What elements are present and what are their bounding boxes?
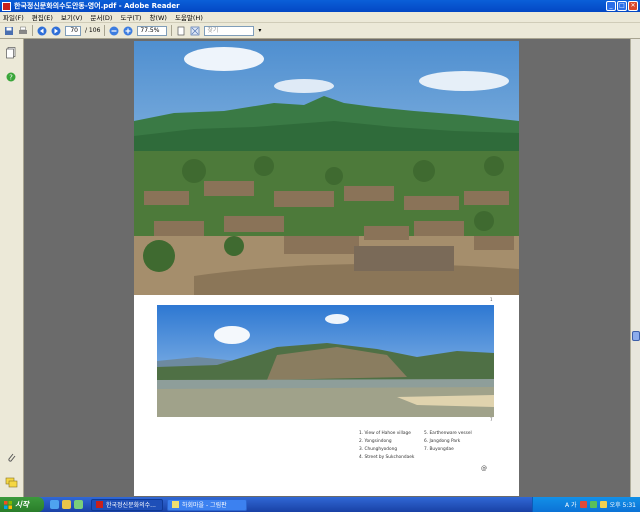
page-total: / 106 <box>85 27 101 34</box>
title-bar: 한국정신문화의수도안동-영어.pdf - Adobe Reader _ □ ✕ <box>0 0 640 12</box>
zoom-in-icon[interactable] <box>123 26 133 36</box>
attachments-icon[interactable] <box>6 452 17 463</box>
pages-icon[interactable] <box>6 47 17 59</box>
minimize-button[interactable]: _ <box>606 1 616 11</box>
vertical-scrollbar[interactable] <box>630 39 640 497</box>
start-label: 시작 <box>15 500 29 509</box>
menu-view[interactable]: 보기(V) <box>61 12 82 22</box>
network-icon[interactable] <box>589 501 597 508</box>
caption-item: 7. Buyongdae <box>424 447 454 452</box>
menu-bar: 파일(F) 편집(E) 보기(V) 문서(D) 도구(T) 창(W) 도움말(H… <box>0 12 640 23</box>
menu-help[interactable]: 도움말(H) <box>175 12 203 22</box>
zoom-level-select[interactable]: 77.5% <box>137 25 168 36</box>
task-label: 한국정신문화의수... <box>106 502 156 509</box>
task-label: 하회마을 - 그림판 <box>182 502 227 509</box>
adobe-reader-icon <box>2 1 11 11</box>
internet-explorer-icon[interactable] <box>50 500 59 509</box>
comments-icon[interactable] <box>5 477 18 488</box>
menu-file[interactable]: 파일(F) <box>3 12 24 22</box>
system-tray: A 가 오후 5:31 <box>532 497 640 512</box>
tray-app-icon[interactable] <box>579 501 587 508</box>
close-button[interactable]: ✕ <box>628 1 638 11</box>
navigation-panel: ? <box>0 39 24 497</box>
caption-item: 5. Earthenware vessel <box>424 431 472 436</box>
taskbar: 시작 한국정신문화의수... 하회마을 - 그림판 A 가 오후 5:31 <box>0 497 640 512</box>
single-page-icon[interactable] <box>176 26 186 36</box>
language-indicator[interactable]: A 가 <box>565 500 577 509</box>
menu-window[interactable]: 창(W) <box>149 12 166 22</box>
next-page-icon[interactable] <box>51 26 61 36</box>
page-number-top: 1 <box>490 297 493 302</box>
maximize-button[interactable]: □ <box>617 1 627 11</box>
previous-page-icon[interactable] <box>37 26 47 36</box>
taskbar-item-paint[interactable]: 하회마을 - 그림판 <box>167 498 247 511</box>
print-icon[interactable] <box>18 26 28 36</box>
paint-icon <box>172 501 179 508</box>
help-icon[interactable]: ? <box>6 72 16 82</box>
show-desktop-icon[interactable] <box>74 500 83 509</box>
window-title: 한국정신문화의수도안동-영어.pdf - Adobe Reader <box>14 2 180 10</box>
photo-captions: 1. View of Hahoe village 5. Earthenware … <box>359 431 499 460</box>
caption-item: 1. View of Hahoe village <box>359 431 411 436</box>
village-photo <box>134 41 519 295</box>
page-number-bottom: 7 <box>490 417 493 422</box>
svg-text:?: ? <box>9 74 13 82</box>
clock: 오후 5:31 <box>609 502 636 509</box>
toolbar-separator <box>171 25 173 36</box>
toolbar-separator <box>104 25 106 36</box>
caption-item <box>424 455 499 460</box>
caption-item: 6. Jangdong Park <box>424 439 461 444</box>
save-icon[interactable] <box>4 26 14 36</box>
search-input[interactable]: 찾기 <box>204 25 255 36</box>
adobe-reader-icon <box>96 501 103 508</box>
folder-icon[interactable] <box>62 500 71 509</box>
start-button[interactable]: 시작 <box>0 497 44 512</box>
menu-edit[interactable]: 편집(E) <box>32 12 53 22</box>
taskbar-item-adobe-reader[interactable]: 한국정신문화의수... <box>91 498 163 511</box>
toolbar-separator <box>32 25 33 36</box>
volume-icon[interactable] <box>599 501 607 508</box>
search-dropdown-icon[interactable]: ▾ <box>258 27 261 34</box>
toolbar: 70 / 106 77.5% 찾기 ▾ <box>0 23 640 39</box>
fit-page-icon[interactable] <box>190 26 200 36</box>
zoom-out-icon[interactable] <box>109 26 119 36</box>
quick-launch <box>50 500 83 509</box>
menu-tools[interactable]: 도구(T) <box>120 12 141 22</box>
menu-document[interactable]: 문서(D) <box>90 12 112 22</box>
windows-logo-icon <box>4 500 12 509</box>
caption-item: 4. Street by Sukchondaek <box>359 455 415 460</box>
caption-item: 3. Chunghyodong <box>359 447 398 452</box>
caption-item: 2. Yongsindong <box>359 439 392 444</box>
river-cliff-photo <box>157 305 494 417</box>
page-number-input[interactable]: 70 <box>65 25 81 36</box>
scrollbar-thumb[interactable] <box>632 331 640 341</box>
pdf-page: 1 7 1. View of Hahoe village 5. Earthenw… <box>134 41 519 496</box>
publisher-logo: @ <box>481 465 487 472</box>
